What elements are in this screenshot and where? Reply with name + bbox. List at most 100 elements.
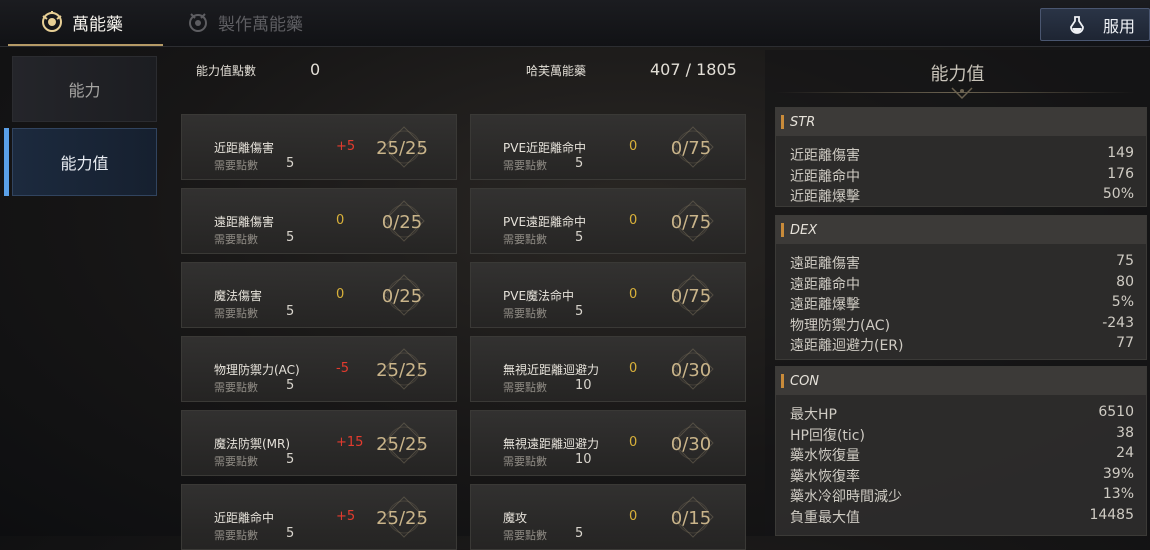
stat-row: 遠距離迴避力(ER) 77 [790,335,1134,355]
use-button-label: 服用 [1103,16,1136,36]
stat-ratio: 0/75 [670,137,712,159]
stat-card-name: 遠距離傷害 [214,215,275,229]
stat-card-name: 無視遠距離迴避力 [503,437,600,451]
stat-row: 藥水恢復率 39% [790,466,1134,486]
tab-elixir[interactable]: 萬能藥 [8,0,163,46]
stat-value: 75 [1116,253,1134,269]
stat-group-dex: DEX 遠距離傷害 75 遠距離命中 80 遠距離爆擊 5% 物理防禦力(AC)… [775,215,1147,360]
elixir-icon [42,11,62,32]
stat-name: 近距離爆擊 [790,189,860,205]
points-value: 0 [310,60,321,79]
stat-row: 藥水恢復量 24 [790,445,1134,465]
top-bar: 萬能藥 製作萬能藥 服用 [0,0,1150,47]
elixir-count-label: 哈芙萬能藥 [526,64,587,78]
elixir-count-value: 407 / 1805 [650,60,737,79]
stat-name: 負重最大值 [790,509,860,526]
stat-row: 遠距離傷害 75 [790,253,1134,273]
required-points-label: 需要點數 [214,307,258,320]
use-button[interactable]: 服用 [1040,8,1150,41]
tab-craft-elixir[interactable]: 製作萬能藥 [186,0,336,44]
required-points-value: 5 [286,304,295,319]
stat-bonus: 0 [629,213,638,228]
required-points-label: 需要點數 [214,455,258,468]
tab-elixir-label: 萬能藥 [72,14,123,35]
required-points-value: 10 [575,378,592,393]
stat-group-con: CON 最大HP 6510 HP回復(tic) 38 藥水恢復量 24 藥水恢復… [775,366,1147,536]
stat-name: HP回復(tic) [790,427,865,444]
stat-card-name: 魔攻 [503,511,528,525]
stat-name: 遠距離爆擊 [790,297,860,313]
sidebar-item-stats[interactable]: 能力值 [12,128,157,196]
stat-card[interactable]: 魔法傷害 需要點數 5 0 0/25 [181,262,457,328]
stat-value: 38 [1116,424,1134,441]
stat-bonus: 0 [629,287,638,302]
stat-name: 遠距離命中 [790,276,860,293]
stat-row: 近距離爆擊 50% [790,186,1134,206]
stat-value: 5% [1111,294,1134,310]
stat-card[interactable]: 遠距離傷害 需要點數 5 0 0/25 [181,188,457,254]
stat-group-header: STR [776,108,1146,136]
stat-card-name: 近距離命中 [214,511,275,525]
sidebar: 能力 能力值 [0,50,160,536]
group-marker [781,223,784,237]
stat-card[interactable]: PVE遠距離命中 需要點數 5 0 0/75 [470,188,746,254]
stat-ratio: 25/25 [376,137,428,159]
stat-value: 77 [1116,335,1134,351]
required-points-label: 需要點數 [503,159,547,172]
stat-ratio: 0/15 [670,507,712,529]
points-label: 能力值點數 [196,64,257,78]
stat-bonus: 0 [336,287,345,302]
stat-card[interactable]: 魔法防禦(MR) 需要點數 5 +15 25/25 [181,410,457,476]
required-points-label: 需要點數 [214,529,258,542]
stat-row: 藥水冷卻時間減少 13% [790,486,1134,506]
stat-card[interactable]: PVE近距離命中 需要點數 5 0 0/75 [470,114,746,180]
stat-group-header: DEX [776,216,1146,244]
stat-value: 39% [1102,465,1134,482]
stat-card-name: 近距離傷害 [214,141,275,155]
potion-icon [1070,15,1084,34]
required-points-value: 5 [286,378,295,393]
ornament-icon [951,87,973,100]
required-points-label: 需要點數 [503,381,547,394]
stat-ratio: 25/25 [376,433,428,455]
stat-card[interactable]: PVE魔法命中 需要點數 5 0 0/75 [470,262,746,328]
stat-value: 50% [1102,186,1134,202]
stat-group-header: CON [776,367,1146,395]
stat-row: 近距離命中 176 [790,166,1134,186]
stat-card[interactable]: 無視遠距離迴避力 需要點數 10 0 0/30 [470,410,746,476]
required-points-value: 5 [286,230,295,245]
stat-name: 遠距離傷害 [790,256,860,272]
stat-value: 176 [1107,165,1134,182]
stat-card[interactable]: 近距離命中 需要點數 5 +5 25/25 [181,484,457,550]
active-indicator [4,128,9,196]
stat-name: 藥水冷卻時間減少 [790,489,902,505]
stat-value: 6510 [1098,404,1134,420]
stat-group-label: CON [790,374,820,389]
stat-value: -243 [1102,314,1134,331]
required-points-value: 5 [575,156,584,171]
stat-card[interactable]: 物理防禦力(AC) 需要點數 5 -5 25/25 [181,336,457,402]
stat-name: 藥水恢復量 [790,448,860,464]
stat-name: 藥水恢復率 [790,468,860,485]
stat-bonus: -5 [336,361,349,376]
tab-craft-label: 製作萬能藥 [218,14,303,35]
stat-ratio: 0/75 [670,211,712,233]
stat-group-str: STR 近距離傷害 149 近距離命中 176 近距離爆擊 50% [775,107,1147,207]
required-points-value: 5 [286,156,295,171]
stat-name: 物理防禦力(AC) [790,317,891,334]
stat-card[interactable]: 魔攻 需要點數 5 0 0/15 [470,484,746,550]
stat-card[interactable]: 無視近距離迴避力 需要點數 10 0 0/30 [470,336,746,402]
stat-value: 149 [1107,145,1134,161]
stat-ratio: 0/30 [670,433,712,455]
sidebar-item-ability[interactable]: 能力 [12,56,157,122]
stat-value: 14485 [1089,506,1134,523]
required-points-value: 5 [286,452,295,467]
stat-row: 近距離傷害 149 [790,145,1134,165]
stat-card-name: PVE近距離命中 [503,141,587,155]
stat-bonus: 0 [629,361,638,376]
stat-card[interactable]: 近距離傷害 需要點數 5 +5 25/25 [181,114,457,180]
required-points-value: 5 [575,526,584,541]
stat-row: 遠距離命中 80 [790,274,1134,294]
stat-bonus: 0 [336,213,345,228]
stat-ratio: 0/30 [670,359,712,381]
